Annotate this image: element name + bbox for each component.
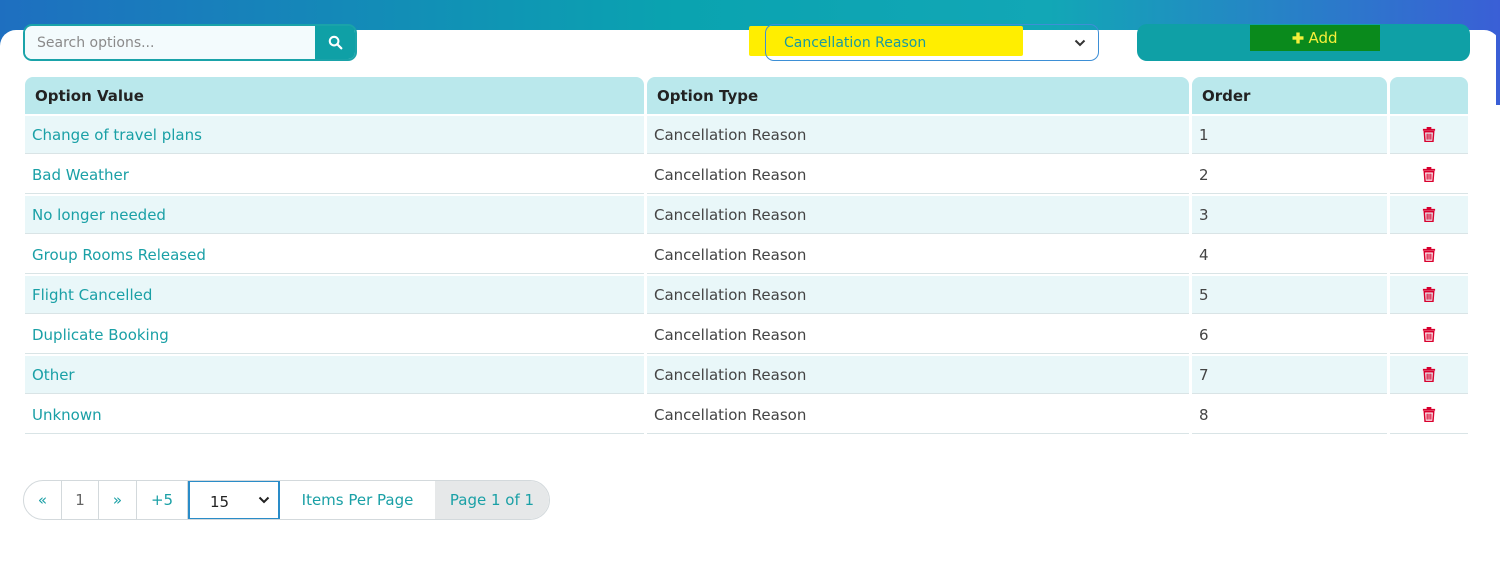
table-row: Change of travel plans Cancellation Reaso…: [25, 114, 1468, 154]
actions-cell: [1390, 316, 1468, 354]
option-type-select[interactable]: Cancellation Reason: [765, 24, 1099, 61]
actions-cell: [1390, 156, 1468, 194]
actions-cell: [1390, 196, 1468, 234]
search-box: [23, 24, 357, 61]
column-header-option-value[interactable]: Option Value: [25, 77, 644, 114]
table-row: Unknown Cancellation Reason 8: [25, 394, 1468, 434]
option-value-cell[interactable]: Group Rooms Released: [25, 236, 644, 274]
order-cell: 2: [1192, 156, 1387, 194]
option-value-cell[interactable]: Other: [25, 356, 644, 394]
option-type-cell: Cancellation Reason: [647, 396, 1189, 434]
option-type-cell: Cancellation Reason: [647, 356, 1189, 394]
option-type-filter: Cancellation Reason: [749, 22, 1101, 64]
actions-cell: [1390, 396, 1468, 434]
add-button-highlight: Add: [1250, 25, 1380, 51]
add-button-label: Add: [1308, 29, 1338, 47]
add-button[interactable]: Add: [1137, 24, 1470, 61]
table-row: No longer needed Cancellation Reason 3: [25, 194, 1468, 234]
options-table: Option Value Option Type Order Change of…: [25, 77, 1468, 434]
trash-icon[interactable]: [1422, 407, 1436, 422]
page-info: Page 1 of 1: [435, 481, 549, 519]
chevron-down-icon: [258, 496, 270, 504]
trash-icon[interactable]: [1422, 207, 1436, 222]
order-cell: 5: [1192, 276, 1387, 314]
option-value-cell[interactable]: No longer needed: [25, 196, 644, 234]
trash-icon[interactable]: [1422, 367, 1436, 382]
option-type-cell: Cancellation Reason: [647, 236, 1189, 274]
option-type-selected: Cancellation Reason: [784, 34, 927, 51]
trash-icon[interactable]: [1422, 327, 1436, 342]
next-page-button[interactable]: »: [99, 481, 137, 519]
table-row: Group Rooms Released Cancellation Reason 4: [25, 234, 1468, 274]
option-value-cell[interactable]: Flight Cancelled: [25, 276, 644, 314]
option-value-cell[interactable]: Duplicate Booking: [25, 316, 644, 354]
column-header-actions: [1390, 77, 1468, 114]
search-input[interactable]: [25, 26, 315, 59]
actions-cell: [1390, 236, 1468, 274]
option-type-cell: Cancellation Reason: [647, 116, 1189, 154]
option-type-cell: Cancellation Reason: [647, 196, 1189, 234]
order-cell: 8: [1192, 396, 1387, 434]
actions-cell: [1390, 116, 1468, 154]
option-value-cell[interactable]: Change of travel plans: [25, 116, 644, 154]
plus-icon: [1292, 32, 1304, 44]
table-row: Flight Cancelled Cancellation Reason 5: [25, 274, 1468, 314]
column-header-order[interactable]: Order: [1192, 77, 1387, 114]
column-header-option-type[interactable]: Option Type: [647, 77, 1189, 114]
prev-page-button[interactable]: «: [24, 481, 62, 519]
table-body: Change of travel plans Cancellation Reaso…: [25, 114, 1468, 434]
option-value-cell[interactable]: Unknown: [25, 396, 644, 434]
option-type-cell: Cancellation Reason: [647, 156, 1189, 194]
actions-cell: [1390, 356, 1468, 394]
pagination: « 1 » +5 15 Items Per Page Page 1 of 1: [23, 480, 550, 520]
items-per-page-label: Items Per Page: [301, 491, 414, 509]
order-cell: 3: [1192, 196, 1387, 234]
search-icon: [328, 35, 342, 50]
table-row: Duplicate Booking Cancellation Reason 6: [25, 314, 1468, 354]
trash-icon[interactable]: [1422, 127, 1436, 142]
chevron-down-icon: [1074, 39, 1086, 46]
table-header: Option Value Option Type Order: [25, 77, 1468, 114]
jump-forward-button[interactable]: +5: [137, 481, 188, 519]
page-size-value: 15: [210, 493, 230, 511]
trash-icon[interactable]: [1422, 247, 1436, 262]
order-cell: 4: [1192, 236, 1387, 274]
table-row: Bad Weather Cancellation Reason 2: [25, 154, 1468, 194]
order-cell: 1: [1192, 116, 1387, 154]
order-cell: 7: [1192, 356, 1387, 394]
edge-accent: [1496, 30, 1500, 105]
trash-icon[interactable]: [1422, 167, 1436, 182]
page-1-button[interactable]: 1: [62, 481, 99, 519]
table-row: Other Cancellation Reason 7: [25, 354, 1468, 394]
option-type-cell: Cancellation Reason: [647, 276, 1189, 314]
page-size-select[interactable]: 15: [188, 481, 280, 519]
search-button[interactable]: [315, 26, 355, 59]
option-type-cell: Cancellation Reason: [647, 316, 1189, 354]
actions-cell: [1390, 276, 1468, 314]
order-cell: 6: [1192, 316, 1387, 354]
trash-icon[interactable]: [1422, 287, 1436, 302]
option-value-cell[interactable]: Bad Weather: [25, 156, 644, 194]
